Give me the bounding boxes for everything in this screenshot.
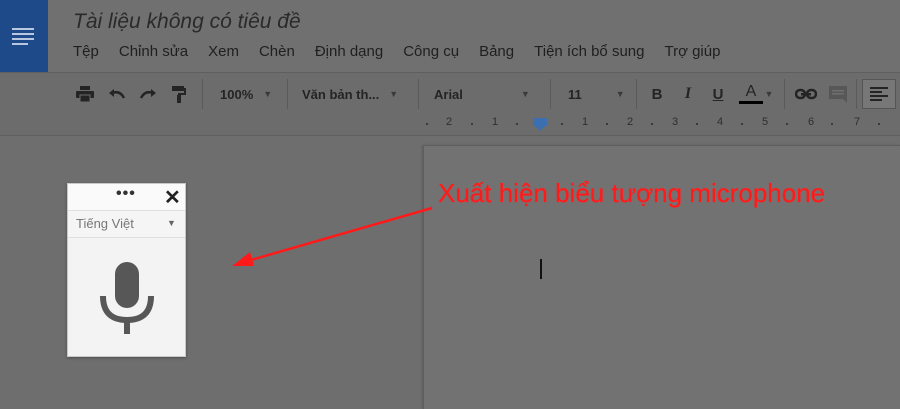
annotation-arrow bbox=[232, 206, 433, 266]
